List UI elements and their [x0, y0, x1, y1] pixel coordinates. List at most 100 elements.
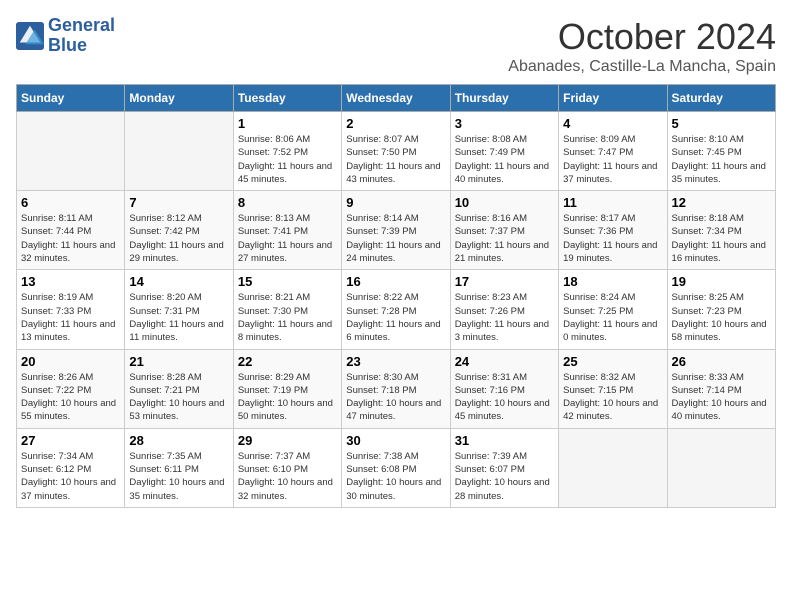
day-number: 31 [455, 433, 554, 448]
day-number: 20 [21, 354, 120, 369]
day-info: Sunrise: 8:07 AM Sunset: 7:50 PM Dayligh… [346, 133, 445, 186]
day-info: Sunrise: 8:23 AM Sunset: 7:26 PM Dayligh… [455, 291, 554, 344]
day-info: Sunrise: 8:16 AM Sunset: 7:37 PM Dayligh… [455, 212, 554, 265]
day-number: 14 [129, 274, 228, 289]
day-number: 21 [129, 354, 228, 369]
day-info: Sunrise: 8:17 AM Sunset: 7:36 PM Dayligh… [563, 212, 662, 265]
day-info: Sunrise: 8:13 AM Sunset: 7:41 PM Dayligh… [238, 212, 337, 265]
day-info: Sunrise: 8:25 AM Sunset: 7:23 PM Dayligh… [672, 291, 771, 344]
day-number: 16 [346, 274, 445, 289]
calendar-cell: 13Sunrise: 8:19 AM Sunset: 7:33 PM Dayli… [17, 270, 125, 349]
day-info: Sunrise: 8:32 AM Sunset: 7:15 PM Dayligh… [563, 371, 662, 424]
page-header: General Blue October 2024 Abanades, Cast… [16, 16, 776, 76]
col-header-monday: Monday [125, 85, 233, 112]
day-info: Sunrise: 8:08 AM Sunset: 7:49 PM Dayligh… [455, 133, 554, 186]
day-info: Sunrise: 8:21 AM Sunset: 7:30 PM Dayligh… [238, 291, 337, 344]
calendar-cell [667, 428, 775, 507]
calendar-cell: 10 Sunrise: 8:16 AM Sunset: 7:37 PM Dayli… [450, 191, 558, 270]
day-info: Sunrise: 8:24 AM Sunset: 7:25 PM Dayligh… [563, 291, 662, 344]
calendar-cell: 30Sunrise: 7:38 AM Sunset: 6:08 PM Dayli… [342, 428, 450, 507]
logo-line1: General [48, 16, 115, 36]
day-info: Sunrise: 8:22 AM Sunset: 7:28 PM Dayligh… [346, 291, 445, 344]
calendar-week-2: 6Sunrise: 8:11 AM Sunset: 7:44 PM Daylig… [17, 191, 776, 270]
calendar-cell: 7 Sunrise: 8:12 AM Sunset: 7:42 PM Daylig… [125, 191, 233, 270]
logo-text: General Blue [48, 16, 115, 56]
day-number: 27 [21, 433, 120, 448]
col-header-tuesday: Tuesday [233, 85, 341, 112]
day-number: 25 [563, 354, 662, 369]
day-info: Sunrise: 8:29 AM Sunset: 7:19 PM Dayligh… [238, 371, 337, 424]
day-number: 6 [21, 195, 120, 210]
calendar-cell [125, 112, 233, 191]
day-info: Sunrise: 8:19 AM Sunset: 7:33 PM Dayligh… [21, 291, 120, 344]
day-number: 3 [455, 116, 554, 131]
day-info: Sunrise: 8:26 AM Sunset: 7:22 PM Dayligh… [21, 371, 120, 424]
day-number: 8 [238, 195, 337, 210]
calendar-cell: 20 Sunrise: 8:26 AM Sunset: 7:22 PM Dayli… [17, 349, 125, 428]
calendar-cell: 22Sunrise: 8:29 AM Sunset: 7:19 PM Dayli… [233, 349, 341, 428]
calendar-week-5: 27 Sunrise: 7:34 AM Sunset: 6:12 PM Dayli… [17, 428, 776, 507]
day-number: 7 [129, 195, 228, 210]
calendar-cell: 12 Sunrise: 8:18 AM Sunset: 7:34 PM Dayli… [667, 191, 775, 270]
day-info: Sunrise: 8:30 AM Sunset: 7:18 PM Dayligh… [346, 371, 445, 424]
day-info: Sunrise: 7:38 AM Sunset: 6:08 PM Dayligh… [346, 450, 445, 503]
calendar-cell: 4 Sunrise: 8:09 AM Sunset: 7:47 PM Daylig… [559, 112, 667, 191]
day-info: Sunrise: 8:33 AM Sunset: 7:14 PM Dayligh… [672, 371, 771, 424]
day-info: Sunrise: 8:10 AM Sunset: 7:45 PM Dayligh… [672, 133, 771, 186]
title-block: October 2024 Abanades, Castille-La Manch… [508, 16, 776, 76]
day-info: Sunrise: 8:28 AM Sunset: 7:21 PM Dayligh… [129, 371, 228, 424]
main-title: October 2024 [508, 16, 776, 58]
calendar-cell: 17 Sunrise: 8:23 AM Sunset: 7:26 PM Dayli… [450, 270, 558, 349]
calendar-cell: 3 Sunrise: 8:08 AM Sunset: 7:49 PM Daylig… [450, 112, 558, 191]
calendar-cell: 18Sunrise: 8:24 AM Sunset: 7:25 PM Dayli… [559, 270, 667, 349]
calendar-cell: 15 Sunrise: 8:21 AM Sunset: 7:30 PM Dayli… [233, 270, 341, 349]
day-number: 4 [563, 116, 662, 131]
calendar-week-3: 13Sunrise: 8:19 AM Sunset: 7:33 PM Dayli… [17, 270, 776, 349]
day-number: 10 [455, 195, 554, 210]
day-number: 19 [672, 274, 771, 289]
col-header-saturday: Saturday [667, 85, 775, 112]
calendar-cell [17, 112, 125, 191]
logo-line2: Blue [48, 36, 115, 56]
calendar-body: 1Sunrise: 8:06 AM Sunset: 7:52 PM Daylig… [17, 112, 776, 508]
logo: General Blue [16, 16, 115, 56]
day-info: Sunrise: 8:12 AM Sunset: 7:42 PM Dayligh… [129, 212, 228, 265]
day-info: Sunrise: 8:31 AM Sunset: 7:16 PM Dayligh… [455, 371, 554, 424]
day-info: Sunrise: 8:20 AM Sunset: 7:31 PM Dayligh… [129, 291, 228, 344]
calendar-cell: 8 Sunrise: 8:13 AM Sunset: 7:41 PM Daylig… [233, 191, 341, 270]
day-number: 24 [455, 354, 554, 369]
calendar-cell: 23 Sunrise: 8:30 AM Sunset: 7:18 PM Dayli… [342, 349, 450, 428]
day-number: 2 [346, 116, 445, 131]
day-number: 17 [455, 274, 554, 289]
calendar-cell: 24 Sunrise: 8:31 AM Sunset: 7:16 PM Dayli… [450, 349, 558, 428]
calendar-week-4: 20 Sunrise: 8:26 AM Sunset: 7:22 PM Dayli… [17, 349, 776, 428]
day-number: 26 [672, 354, 771, 369]
day-number: 23 [346, 354, 445, 369]
calendar-cell: 14 Sunrise: 8:20 AM Sunset: 7:31 PM Dayli… [125, 270, 233, 349]
calendar-cell: 27 Sunrise: 7:34 AM Sunset: 6:12 PM Dayli… [17, 428, 125, 507]
day-info: Sunrise: 7:39 AM Sunset: 6:07 PM Dayligh… [455, 450, 554, 503]
day-number: 12 [672, 195, 771, 210]
day-number: 15 [238, 274, 337, 289]
day-info: Sunrise: 8:18 AM Sunset: 7:34 PM Dayligh… [672, 212, 771, 265]
calendar-cell: 16 Sunrise: 8:22 AM Sunset: 7:28 PM Dayli… [342, 270, 450, 349]
col-header-thursday: Thursday [450, 85, 558, 112]
calendar-cell: 6Sunrise: 8:11 AM Sunset: 7:44 PM Daylig… [17, 191, 125, 270]
calendar-cell: 2 Sunrise: 8:07 AM Sunset: 7:50 PM Daylig… [342, 112, 450, 191]
day-info: Sunrise: 8:06 AM Sunset: 7:52 PM Dayligh… [238, 133, 337, 186]
day-number: 5 [672, 116, 771, 131]
day-info: Sunrise: 7:37 AM Sunset: 6:10 PM Dayligh… [238, 450, 337, 503]
calendar-week-1: 1Sunrise: 8:06 AM Sunset: 7:52 PM Daylig… [17, 112, 776, 191]
calendar-header-row: SundayMondayTuesdayWednesdayThursdayFrid… [17, 85, 776, 112]
day-number: 9 [346, 195, 445, 210]
day-info: Sunrise: 7:35 AM Sunset: 6:11 PM Dayligh… [129, 450, 228, 503]
calendar-cell [559, 428, 667, 507]
calendar-cell: 25 Sunrise: 8:32 AM Sunset: 7:15 PM Dayli… [559, 349, 667, 428]
logo-icon [16, 22, 44, 50]
calendar-table: SundayMondayTuesdayWednesdayThursdayFrid… [16, 84, 776, 508]
calendar-cell: 5 Sunrise: 8:10 AM Sunset: 7:45 PM Daylig… [667, 112, 775, 191]
day-number: 29 [238, 433, 337, 448]
day-info: Sunrise: 8:09 AM Sunset: 7:47 PM Dayligh… [563, 133, 662, 186]
day-number: 11 [563, 195, 662, 210]
day-info: Sunrise: 7:34 AM Sunset: 6:12 PM Dayligh… [21, 450, 120, 503]
